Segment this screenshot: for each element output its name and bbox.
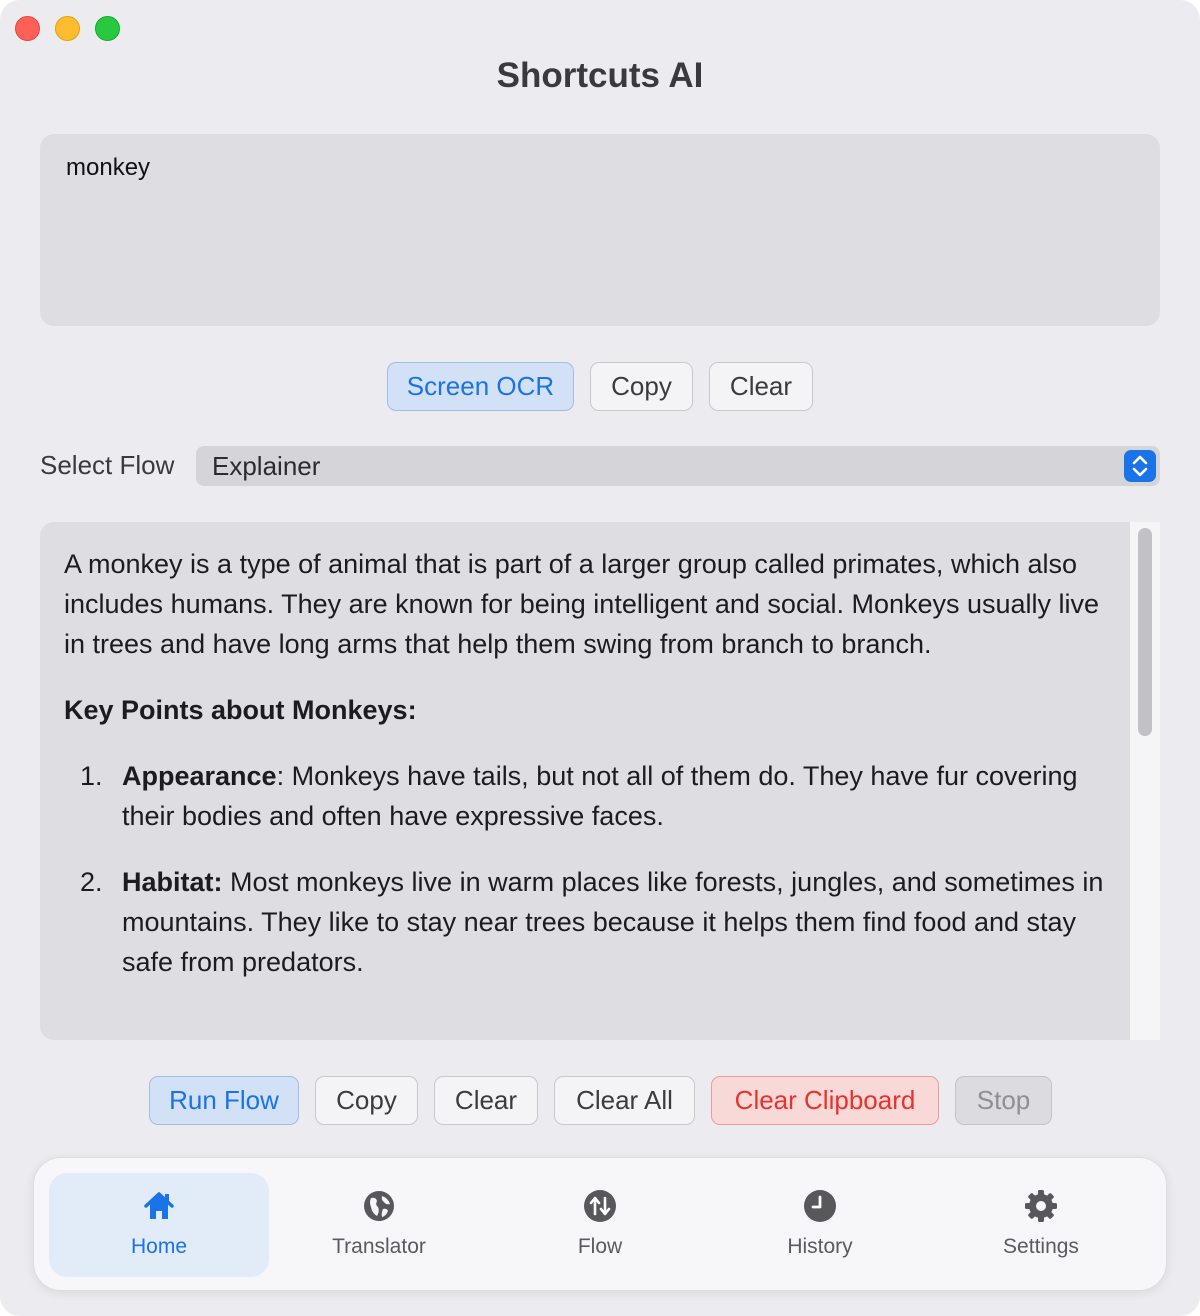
stop-button[interactable]: Stop: [955, 1076, 1052, 1125]
app-title: Shortcuts AI: [496, 56, 704, 95]
window-zoom-button[interactable]: [95, 16, 120, 41]
globe-icon: [362, 1189, 396, 1223]
input-text: monkey: [66, 154, 151, 181]
flow-select[interactable]: Explainer: [196, 446, 1160, 486]
list-item-text: Most monkeys live in warm places like fo…: [122, 867, 1104, 977]
list-item: 2. Habitat: Most monkeys live in warm pl…: [64, 862, 1114, 982]
output-panel[interactable]: A monkey is a type of animal that is par…: [40, 522, 1160, 1040]
list-number: 1.: [80, 761, 103, 791]
list-number: 2.: [80, 867, 103, 897]
clear-input-button[interactable]: Clear: [709, 362, 813, 411]
list-item-title: Appearance: [122, 761, 277, 791]
flow-select-value: Explainer: [212, 451, 321, 481]
tab-flow[interactable]: Flow: [490, 1173, 710, 1277]
tab-label: Home: [130, 1235, 188, 1258]
tab-label: Settings: [1003, 1235, 1079, 1258]
tab-history[interactable]: History: [710, 1173, 930, 1277]
app-window: Shortcuts AI monkey Screen OCR Copy Clea…: [0, 0, 1200, 1316]
window-minimize-button[interactable]: [55, 16, 80, 41]
tab-home[interactable]: Home: [49, 1173, 269, 1277]
screen-ocr-button[interactable]: Screen OCR: [387, 362, 574, 411]
window-close-button[interactable]: [15, 16, 40, 41]
chevron-updown-icon: [1124, 450, 1156, 482]
house-icon: [142, 1189, 176, 1223]
tab-bar: Home Translator Flow History Settings: [33, 1157, 1167, 1291]
list-item: 1. Appearance: Monkeys have tails, but n…: [64, 756, 1114, 836]
run-flow-button[interactable]: Run Flow: [149, 1076, 299, 1125]
tab-label: Translator: [332, 1235, 426, 1258]
input-textarea[interactable]: monkey: [40, 134, 1160, 326]
clock-icon: [803, 1189, 837, 1223]
output-heading: Key Points about Monkeys:: [64, 695, 417, 725]
scrollbar-thumb[interactable]: [1138, 528, 1152, 736]
select-flow-label: Select Flow: [40, 450, 175, 480]
list-item-title: Habitat:: [122, 867, 223, 897]
clear-clipboard-button[interactable]: Clear Clipboard: [711, 1076, 939, 1125]
tab-label: History: [787, 1235, 853, 1258]
output-intro: A monkey is a type of animal that is par…: [64, 549, 1100, 659]
tab-label: Flow: [577, 1235, 623, 1258]
tab-settings[interactable]: Settings: [931, 1173, 1151, 1277]
output-scrollbar[interactable]: [1130, 522, 1160, 1040]
gear-icon: [1024, 1189, 1058, 1223]
clear-output-button[interactable]: Clear: [434, 1076, 538, 1125]
copy-input-button[interactable]: Copy: [590, 362, 693, 411]
arrows-updown-icon: [583, 1189, 617, 1223]
tab-translator[interactable]: Translator: [269, 1173, 489, 1277]
clear-all-button[interactable]: Clear All: [554, 1076, 695, 1125]
copy-output-button[interactable]: Copy: [315, 1076, 418, 1125]
